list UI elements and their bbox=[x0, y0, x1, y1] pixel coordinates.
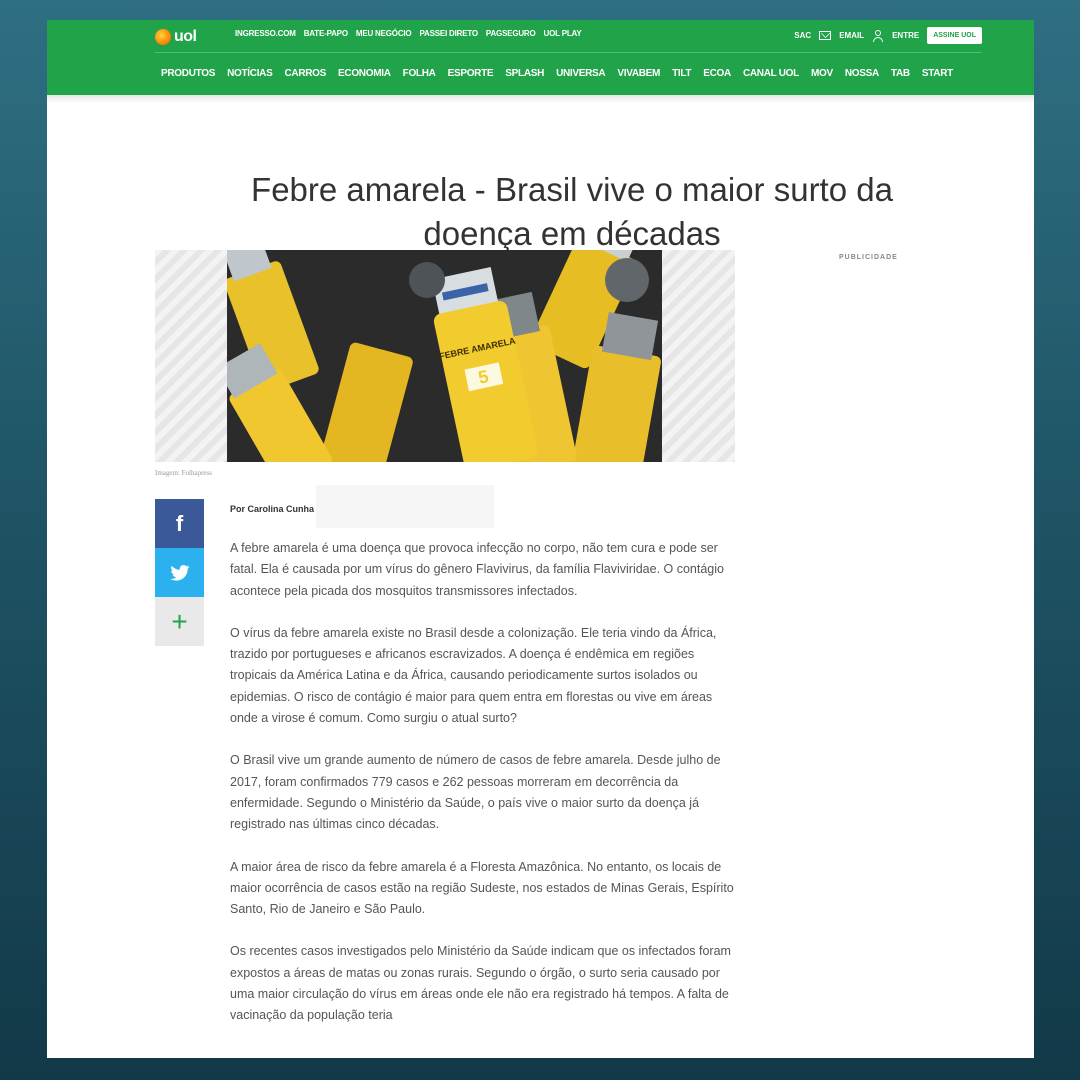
top-link[interactable]: UOL PLAY bbox=[544, 29, 582, 38]
nav-item[interactable]: TAB bbox=[891, 68, 910, 79]
article-paragraph: O Brasil vive um grande aumento de númer… bbox=[230, 753, 721, 832]
email-link[interactable]: EMAIL bbox=[839, 31, 864, 40]
browser-page: uol INGRESSO.COM BATE-PAPO MEU NEGÓCIO P… bbox=[47, 20, 1034, 1058]
share-bar: f + bbox=[155, 499, 204, 646]
article-paragraph: Os recentes casos investigados pelo Mini… bbox=[230, 944, 731, 1023]
entre-link[interactable]: ENTRE bbox=[892, 31, 919, 40]
top-link[interactable]: PAGSEGURO bbox=[486, 29, 536, 38]
article-photo[interactable]: FEBRE AMARELA 5 bbox=[227, 250, 662, 462]
header-shadow bbox=[47, 95, 1034, 103]
plus-icon: + bbox=[171, 605, 188, 637]
article-author: Por Carolina Cunha bbox=[230, 504, 315, 514]
assine-button[interactable]: ASSINE UOL bbox=[927, 27, 982, 44]
ad-placeholder bbox=[316, 485, 494, 528]
header-divider bbox=[155, 52, 982, 53]
header-tools: SAC EMAIL ENTRE ASSINE UOL bbox=[794, 27, 982, 44]
nav-item[interactable]: ECOA bbox=[703, 68, 731, 79]
twitter-icon bbox=[169, 564, 190, 581]
nav-item[interactable]: VIVABEM bbox=[617, 68, 660, 79]
ad-label: PUBLICIDADE bbox=[839, 254, 898, 261]
nav-item[interactable]: ESPORTE bbox=[448, 68, 494, 79]
nav-item[interactable]: PRODUTOS bbox=[161, 68, 215, 79]
article-body: A febre amarela é uma doença que provoca… bbox=[230, 538, 740, 1048]
user-icon[interactable] bbox=[872, 29, 884, 42]
article-paragraph: A maior área de risco da febre amarela é… bbox=[230, 859, 734, 917]
nav-item[interactable]: NOTÍCIAS bbox=[227, 68, 273, 79]
uol-logo-text: uol bbox=[174, 28, 197, 45]
facebook-share-button[interactable]: f bbox=[155, 499, 204, 548]
nav-item[interactable]: ECONOMIA bbox=[338, 68, 391, 79]
article-title: Febre amarela - Brasil vive o maior surt… bbox=[251, 171, 893, 253]
uol-logo[interactable]: uol bbox=[155, 26, 207, 48]
nav-item[interactable]: MOV bbox=[811, 68, 833, 79]
twitter-share-button[interactable] bbox=[155, 548, 204, 597]
nav-item[interactable]: CANAL UOL bbox=[743, 68, 799, 79]
nav-item[interactable]: FOLHA bbox=[403, 68, 436, 79]
article-image-container: FEBRE AMARELA 5 bbox=[155, 250, 735, 462]
nav-item[interactable]: SPLASH bbox=[505, 68, 544, 79]
email-icon[interactable] bbox=[819, 31, 832, 40]
nav-item[interactable]: TILT bbox=[672, 68, 691, 79]
site-header: uol INGRESSO.COM BATE-PAPO MEU NEGÓCIO P… bbox=[47, 20, 1034, 95]
top-link[interactable]: INGRESSO.COM bbox=[235, 29, 296, 38]
article-paragraph: O vírus da febre amarela existe no Brasi… bbox=[230, 625, 717, 726]
article-paragraph: A febre amarela é uma doença que provoca… bbox=[230, 541, 724, 598]
uol-logo-icon bbox=[155, 29, 171, 45]
nav-item[interactable]: UNIVERSA bbox=[556, 68, 606, 79]
sac-link[interactable]: SAC bbox=[794, 31, 811, 40]
main-nav: PRODUTOS NOTÍCIAS CARROS ECONOMIA FOLHA … bbox=[161, 68, 953, 79]
top-link[interactable]: MEU NEGÓCIO bbox=[356, 29, 412, 38]
nav-item[interactable]: CARROS bbox=[284, 68, 326, 79]
top-link[interactable]: PASSEI DIRETO bbox=[419, 29, 478, 38]
nav-item[interactable]: NOSSA bbox=[845, 68, 879, 79]
image-credit: Imagem: Folhapress bbox=[155, 469, 212, 477]
nav-item[interactable]: START bbox=[922, 68, 953, 79]
more-share-button[interactable]: + bbox=[155, 597, 204, 646]
facebook-icon: f bbox=[175, 510, 184, 536]
top-links: INGRESSO.COM BATE-PAPO MEU NEGÓCIO PASSE… bbox=[235, 29, 582, 38]
vaccine-vials-image: FEBRE AMARELA 5 bbox=[227, 250, 662, 462]
top-link[interactable]: BATE-PAPO bbox=[304, 29, 348, 38]
